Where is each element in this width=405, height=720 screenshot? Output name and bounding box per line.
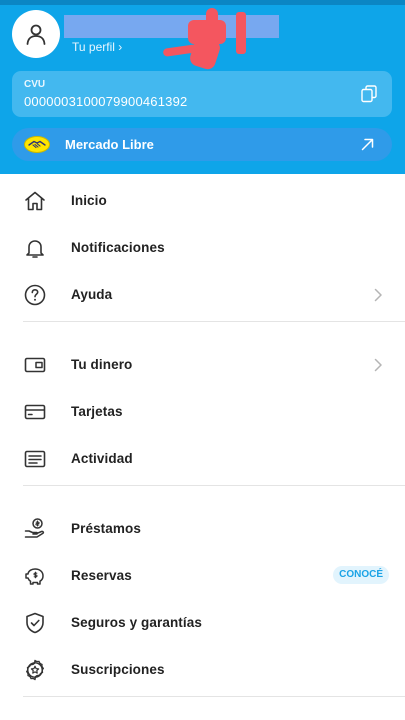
menu-item-label: Suscripciones — [71, 662, 165, 677]
avatar[interactable] — [12, 10, 60, 58]
menu-item-tu-dinero[interactable]: Tu dinero — [0, 341, 405, 388]
piggy-bank-icon — [25, 568, 44, 585]
cvu-label: CVU — [24, 79, 46, 90]
menu-item-label: Tu dinero — [71, 357, 133, 372]
menu-item-label: Seguros y garantías — [71, 615, 202, 630]
menu-item-suscripciones[interactable]: Suscripciones — [0, 646, 405, 693]
copy-icon[interactable] — [361, 85, 377, 103]
menu-item-label: Inicio — [71, 193, 107, 208]
menu-item-label: Reservas — [71, 568, 132, 583]
chevron-right-icon — [374, 358, 382, 372]
menu-item-reservas[interactable]: Reservas CONOCÉ — [0, 552, 405, 599]
mercado-libre-label: Mercado Libre — [65, 137, 154, 152]
cvu-card: CVU 0000003100079900461392 — [12, 71, 392, 117]
section-divider — [23, 696, 405, 697]
bell-icon — [26, 240, 44, 258]
redaction-scribble — [163, 8, 246, 70]
menu-item-label: Notificaciones — [71, 240, 165, 255]
cvu-number: 0000003100079900461392 — [24, 94, 188, 109]
menu-item-prestamos[interactable]: Préstamos — [0, 505, 405, 552]
menu-item-label: Tarjetas — [71, 404, 123, 419]
menu-item-seguros[interactable]: Seguros y garantías — [0, 599, 405, 646]
menu-item-inicio[interactable]: Inicio — [0, 177, 405, 224]
help-icon — [24, 284, 46, 306]
menu-item-tarjetas[interactable]: Tarjetas — [0, 388, 405, 435]
star-badge-icon — [26, 659, 44, 681]
wallet-icon — [24, 357, 46, 373]
shield-icon — [26, 612, 44, 634]
status-bar-strip — [0, 0, 405, 5]
profile-link[interactable]: Tu perfil › — [72, 40, 122, 54]
menu-item-label: Préstamos — [71, 521, 141, 536]
handshake-icon — [28, 140, 46, 149]
card-icon — [24, 404, 46, 420]
external-arrow-icon — [361, 138, 374, 151]
menu-item-label: Actividad — [71, 451, 133, 466]
chevron-right-icon — [374, 288, 382, 302]
menu-item-notificaciones[interactable]: Notificaciones — [0, 224, 405, 271]
loan-icon — [24, 518, 45, 538]
home-icon — [25, 191, 45, 211]
mercado-libre-button[interactable]: Mercado Libre — [12, 128, 392, 161]
side-menu: Inicio Notificaciones Ayuda Tu dinero Ta… — [0, 174, 405, 697]
receipt-icon — [24, 450, 46, 468]
new-feature-badge: CONOCÉ — [333, 566, 389, 584]
user-icon — [26, 24, 46, 45]
mercado-libre-logo — [24, 136, 50, 153]
menu-item-label: Ayuda — [71, 287, 113, 302]
account-header: Tu perfil › CVU 0000003100079900461392 M… — [0, 0, 405, 174]
menu-item-ayuda[interactable]: Ayuda — [0, 271, 405, 318]
menu-item-actividad[interactable]: Actividad — [0, 435, 405, 482]
